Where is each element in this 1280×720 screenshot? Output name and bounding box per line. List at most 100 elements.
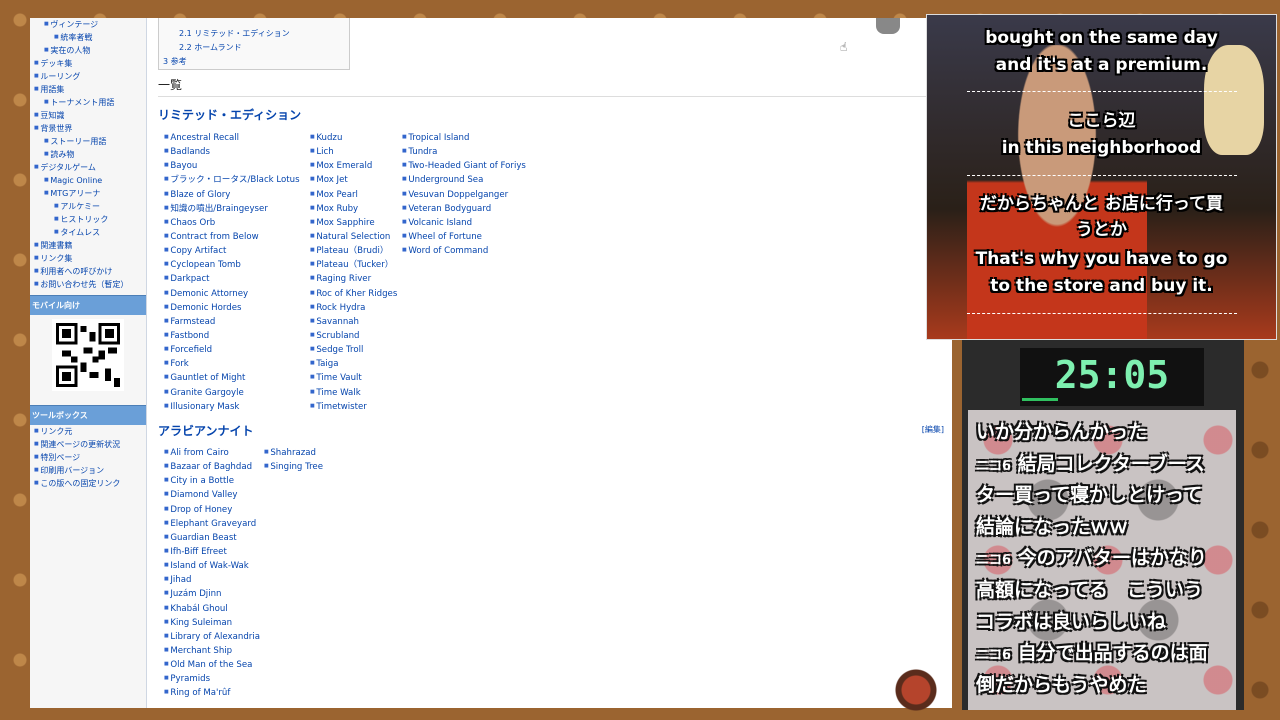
sidebar-item[interactable]: ヒストリック: [30, 213, 146, 226]
card-link[interactable]: Island of Wak-Wak: [164, 558, 260, 572]
toolbox-item[interactable]: この版への固定リンク: [30, 477, 146, 490]
card-link[interactable]: Wheel of Fortune: [402, 229, 526, 243]
card-link[interactable]: Volcanic Island: [402, 215, 526, 229]
card-link[interactable]: Ifh-Biff Efreet: [164, 544, 260, 558]
sidebar-item[interactable]: 実在の人物: [30, 44, 146, 57]
card-link[interactable]: Plateau（Brudi）: [310, 243, 397, 257]
card-link[interactable]: Scrubland: [310, 328, 397, 342]
card-link[interactable]: Singing Tree: [264, 459, 323, 473]
toc-item[interactable]: 3 参考: [159, 55, 349, 69]
card-link[interactable]: Time Walk: [310, 385, 397, 399]
card-link[interactable]: King Suleiman: [164, 615, 260, 629]
card-link[interactable]: Time Vault: [310, 370, 397, 384]
card-link[interactable]: Mox Pearl: [310, 187, 397, 201]
card-link[interactable]: Badlands: [164, 144, 300, 158]
card-link[interactable]: Gauntlet of Might: [164, 370, 300, 384]
card-link[interactable]: Veteran Bodyguard: [402, 201, 526, 215]
sidebar-item[interactable]: アルケミー: [30, 200, 146, 213]
card-link[interactable]: Cyclopean Tomb: [164, 257, 300, 271]
sidebar-item[interactable]: 読み物: [30, 148, 146, 161]
card-link[interactable]: Contract from Below: [164, 229, 300, 243]
card-link[interactable]: Library of Alexandria: [164, 629, 260, 643]
sidebar-item[interactable]: お問い合わせ先（暫定）: [30, 278, 146, 291]
card-link[interactable]: Mox Sapphire: [310, 215, 397, 229]
toolbox-item[interactable]: リンク元: [30, 425, 146, 438]
card-link[interactable]: Ring of Ma'rûf: [164, 685, 260, 699]
card-link[interactable]: Drop of Honey: [164, 502, 260, 516]
card-link[interactable]: Farmstead: [164, 314, 300, 328]
card-link[interactable]: Old Man of the Sea: [164, 657, 260, 671]
card-link[interactable]: Two-Headed Giant of Foriys: [402, 158, 526, 172]
toc-item[interactable]: 2.1 リミテッド・エディション: [159, 27, 349, 41]
card-link[interactable]: Ancestral Recall: [164, 130, 300, 144]
sidebar-item[interactable]: MTGアリーナ: [30, 187, 146, 200]
card-link[interactable]: Roc of Kher Ridges: [310, 286, 397, 300]
sidebar-item[interactable]: Magic Online: [30, 174, 146, 187]
card-link[interactable]: ブラック・ロータス/Black Lotus: [164, 172, 299, 186]
chat-text: 結論になったｗｗ: [976, 515, 1129, 538]
sidebar-item[interactable]: 関連書籍: [30, 239, 146, 252]
card-link[interactable]: Natural Selection: [310, 229, 397, 243]
card-link[interactable]: Vesuvan Doppelganger: [402, 187, 526, 201]
card-link[interactable]: Jihad: [164, 572, 260, 586]
card-link[interactable]: Tundra: [402, 144, 526, 158]
card-link[interactable]: Demonic Attorney: [164, 286, 300, 300]
sidebar-item[interactable]: ルーリング: [30, 70, 146, 83]
card-link[interactable]: Merchant Ship: [164, 643, 260, 657]
sidebar-item[interactable]: トーナメント用語: [30, 96, 146, 109]
card-link[interactable]: Tropical Island: [402, 130, 526, 144]
card-link[interactable]: Khabál Ghoul: [164, 601, 260, 615]
card-link[interactable]: Bayou: [164, 158, 300, 172]
card-link[interactable]: Darkpact: [164, 271, 300, 285]
edit-link[interactable]: [編集]: [922, 424, 944, 435]
card-link[interactable]: Demonic Hordes: [164, 300, 300, 314]
toolbox-item[interactable]: 関連ページの更新状況: [30, 438, 146, 451]
card-link[interactable]: Kudzu: [310, 130, 397, 144]
card-link[interactable]: Underground Sea: [402, 172, 526, 186]
toolbox-item[interactable]: 印刷用バージョン: [30, 464, 146, 477]
sidebar-item[interactable]: 用語集: [30, 83, 146, 96]
card-link[interactable]: Raging River: [310, 271, 397, 285]
card-link[interactable]: Chaos Orb: [164, 215, 300, 229]
card-link[interactable]: Juzám Djinn: [164, 586, 260, 600]
card-link[interactable]: Savannah: [310, 314, 397, 328]
card-link[interactable]: Mox Jet: [310, 172, 397, 186]
card-link[interactable]: Rock Hydra: [310, 300, 397, 314]
card-link[interactable]: Lich: [310, 144, 397, 158]
sidebar-item[interactable]: ストーリー用語: [30, 135, 146, 148]
sidebar-item[interactable]: 背景世界: [30, 122, 146, 135]
card-link[interactable]: Mox Emerald: [310, 158, 397, 172]
card-link[interactable]: Diamond Valley: [164, 487, 260, 501]
card-link[interactable]: Forcefield: [164, 342, 300, 356]
card-link[interactable]: Shahrazad: [264, 445, 323, 459]
card-link[interactable]: Ali from Cairo: [164, 445, 260, 459]
sidebar-item[interactable]: 豆知識: [30, 109, 146, 122]
card-link[interactable]: Mox Ruby: [310, 201, 397, 215]
card-link[interactable]: Taiga: [310, 356, 397, 370]
card-link[interactable]: Fork: [164, 356, 300, 370]
toc-item[interactable]: 2.2 ホームランド: [159, 41, 349, 55]
sidebar-item[interactable]: ヴィンテージ: [30, 18, 146, 31]
card-link[interactable]: Plateau（Tucker）: [310, 257, 397, 271]
card-link[interactable]: Blaze of Glory: [164, 187, 300, 201]
card-link[interactable]: Guardian Beast: [164, 530, 260, 544]
card-link[interactable]: Bazaar of Baghdad: [164, 459, 260, 473]
toolbox-item[interactable]: 特別ページ: [30, 451, 146, 464]
card-link[interactable]: Fastbond: [164, 328, 300, 342]
card-link[interactable]: Illusionary Mask: [164, 399, 300, 413]
sidebar-item[interactable]: タイムレス: [30, 226, 146, 239]
sidebar-item[interactable]: 利用者への呼びかけ: [30, 265, 146, 278]
card-link[interactable]: Copy Artifact: [164, 243, 300, 257]
card-link[interactable]: Pyramids: [164, 671, 260, 685]
card-link[interactable]: Granite Gargoyle: [164, 385, 300, 399]
card-link[interactable]: Elephant Graveyard: [164, 516, 260, 530]
card-link[interactable]: City in a Bottle: [164, 473, 260, 487]
card-link[interactable]: Word of Command: [402, 243, 526, 257]
card-link[interactable]: Timetwister: [310, 399, 397, 413]
sidebar-item[interactable]: リンク集: [30, 252, 146, 265]
card-link[interactable]: Sedge Troll: [310, 342, 397, 356]
sidebar-item[interactable]: デジタルゲーム: [30, 161, 146, 174]
sidebar-item[interactable]: 統率者戦: [30, 31, 146, 44]
card-link[interactable]: 知識の噴出/Braingeyser: [164, 201, 300, 215]
sidebar-item[interactable]: デッキ集: [30, 57, 146, 70]
